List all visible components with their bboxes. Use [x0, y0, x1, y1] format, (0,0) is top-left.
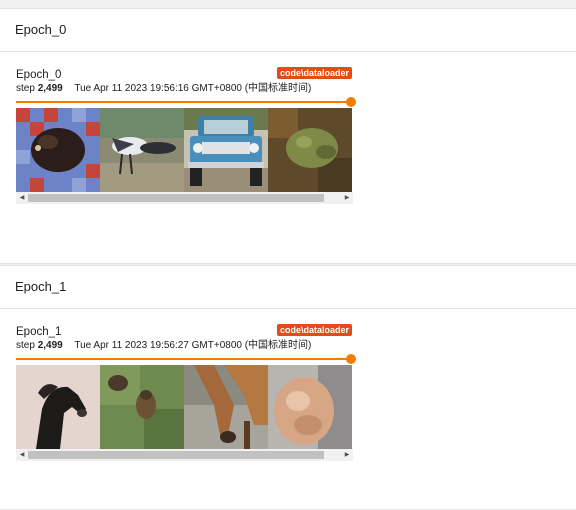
sample-image-cat	[268, 365, 352, 449]
scroll-right-arrow-icon[interactable]: ▶	[341, 449, 353, 461]
step-label: step	[16, 340, 35, 351]
run-tag-badge: code\dataloader	[276, 324, 352, 336]
sample-image-frog-ground	[268, 108, 352, 192]
slider-track[interactable]	[16, 358, 353, 360]
step-info: step 2,499 Tue Apr 11 2023 19:56:16 GMT+…	[16, 83, 353, 95]
sample-image-horse	[16, 365, 100, 449]
step-slider[interactable]	[16, 353, 356, 365]
slider-thumb[interactable]	[346, 354, 356, 364]
scrollbar-thumb[interactable]	[28, 451, 324, 459]
image-section-epoch-0: Epoch_0 Epoch_0 code\dataloader step 2,4…	[0, 8, 576, 264]
image-strip	[16, 365, 353, 449]
image-card: Epoch_1 code\dataloader step 2,499 Tue A…	[16, 324, 356, 461]
image-scrollbar[interactable]: ◀ ▶	[16, 449, 353, 461]
step-value: 2,499	[37, 340, 63, 351]
image-card: Epoch_0 code\dataloader step 2,499 Tue A…	[16, 67, 356, 204]
timestamp: Tue Apr 11 2023 19:56:27 GMT+0800 (中国标准时…	[74, 340, 312, 351]
section-header[interactable]: Epoch_1	[0, 266, 576, 309]
step-label: step	[16, 83, 35, 94]
step-info: step 2,499 Tue Apr 11 2023 19:56:27 GMT+…	[16, 340, 353, 352]
scroll-left-arrow-icon[interactable]: ◀	[16, 192, 28, 204]
image-scrollbar[interactable]: ◀ ▶	[16, 192, 353, 204]
step-slider[interactable]	[16, 96, 356, 108]
sample-image-bird	[100, 108, 184, 192]
image-strip	[16, 108, 353, 192]
scroll-left-arrow-icon[interactable]: ◀	[16, 449, 28, 461]
image-section-epoch-1: Epoch_1 Epoch_1 code\dataloader step 2,4…	[0, 265, 576, 510]
sample-image-frog	[16, 108, 100, 192]
slider-track[interactable]	[16, 101, 353, 103]
timestamp: Tue Apr 11 2023 19:56:16 GMT+0800 (中国标准时…	[74, 83, 312, 94]
scroll-right-arrow-icon[interactable]: ▶	[341, 192, 353, 204]
sample-image-bird-grass	[100, 365, 184, 449]
section-header[interactable]: Epoch_0	[0, 9, 576, 52]
step-value: 2,499	[37, 83, 63, 94]
sample-image-deer	[184, 365, 268, 449]
slider-thumb[interactable]	[346, 97, 356, 107]
sample-image-truck	[184, 108, 268, 192]
scrollbar-thumb[interactable]	[28, 194, 324, 202]
run-tag-badge: code\dataloader	[276, 67, 352, 79]
